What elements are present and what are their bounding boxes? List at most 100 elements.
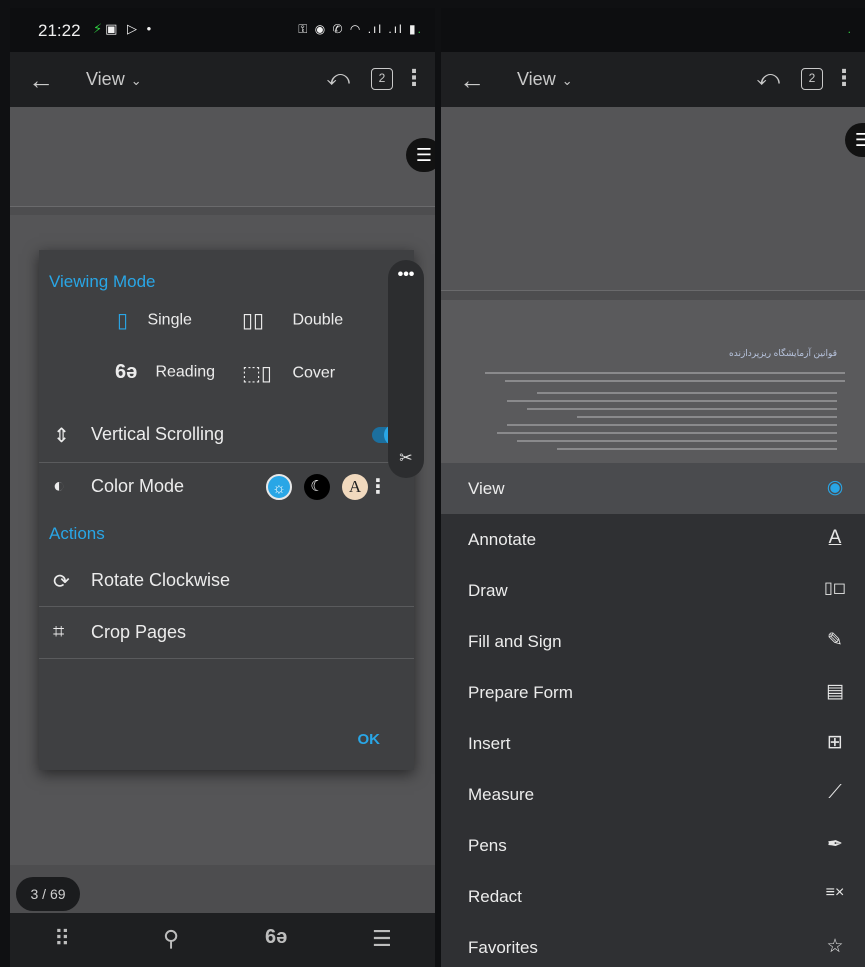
view-dropdown[interactable]: View ⌄ xyxy=(86,69,142,90)
view-label: View xyxy=(86,69,125,89)
eye-icon: ◉ xyxy=(826,477,844,498)
color-mode-label: Color Mode xyxy=(91,476,185,496)
menu-item-draw[interactable]: ▯◻ Draw xyxy=(441,565,865,616)
text-annotate-icon: A xyxy=(828,527,842,548)
thumbnails-grid-icon[interactable]: ⠿ xyxy=(54,926,70,952)
status-time: 21:22 xyxy=(38,21,81,40)
chevron-down-icon: ⌄ xyxy=(130,73,142,88)
chevron-down-icon: ⌄ xyxy=(561,73,573,88)
search-icon[interactable]: ⚲ xyxy=(163,926,179,952)
vertical-scrolling-label: Vertical Scrolling xyxy=(91,424,225,444)
viewing-mode-title: Viewing Mode xyxy=(49,272,156,291)
back-arrow-icon[interactable]: ← xyxy=(28,65,54,96)
menu-item-measure[interactable]: Measure ⟋ xyxy=(441,769,865,820)
toolbar: ← View ⌄ ⤺ 2 ⋮ xyxy=(10,52,435,107)
single-label: Single xyxy=(147,311,192,329)
status-bar-right: . xyxy=(441,8,865,52)
system-icons-right: . xyxy=(847,22,853,36)
list-menu-icon[interactable]: ☰ xyxy=(406,138,435,172)
rotate-clockwise-row[interactable]: ⟳ Rotate Clockwise xyxy=(39,556,414,606)
menu-item-insert[interactable]: Insert ⊞ xyxy=(441,718,865,769)
redact-icon: ≡× xyxy=(825,884,845,901)
more-options-icon[interactable]: ⋮ xyxy=(833,65,855,91)
right-screen: . ← View ⌄ ⤺ 2 ⋮ ☰ قوانین آزمایشگاه ریزپر… xyxy=(441,8,865,967)
menu-label: Pens xyxy=(468,836,507,855)
menu-label: Fill and Sign xyxy=(468,632,562,651)
fill-sign-icon: ✎ xyxy=(827,630,843,651)
undo-icon[interactable]: ⤺ xyxy=(326,65,350,91)
insert-image-icon: ⊞ xyxy=(827,732,843,753)
viewing-mode-cover[interactable]: ⬚▯ Cover xyxy=(242,361,335,386)
light-mode-icon[interactable]: ☼ xyxy=(266,474,292,500)
bottom-bar: ⠿ ⚲ 6ə ☰ xyxy=(10,913,435,967)
crop-pages-label: Crop Pages xyxy=(91,622,187,642)
palette-icon: ◐ xyxy=(53,475,66,497)
tabs-count-button[interactable]: 2 xyxy=(371,68,393,90)
menu-item-favorites[interactable]: Favorites ☆ xyxy=(441,922,865,967)
double-label: Double xyxy=(292,311,344,329)
menu-label: Favorites xyxy=(468,938,538,957)
view-settings-dialog: Viewing Mode ▯ Single ▯▯ Double 6ə Readi… xyxy=(39,250,414,770)
menu-label: View xyxy=(468,479,505,498)
viewing-mode-reading[interactable]: 6ə Reading xyxy=(115,361,215,384)
menu-item-annotate[interactable]: Annotate A xyxy=(441,514,865,565)
viewing-mode-single[interactable]: ▯ Single xyxy=(117,308,192,333)
toolbar-right: ← View ⌄ ⤺ 2 ⋮ xyxy=(441,52,865,107)
draw-shapes-icon: ▯◻ xyxy=(823,580,847,597)
reading-mode-icon[interactable]: 6ə xyxy=(265,926,287,949)
menu-label: Redact xyxy=(468,887,522,906)
reading-label: Reading xyxy=(155,363,216,381)
menu-item-fill-and-sign[interactable]: Fill and Sign ✎ xyxy=(441,616,865,667)
document-heading: قوانین آزمایشگاه ریزپردازنده xyxy=(729,348,837,358)
left-screen: 21:22 ⚡▣ ▷ • ⚿ ◉ ✆ ◠ .ıl .ıl ▮. ← View ⌄ … xyxy=(10,8,435,967)
menu-label: Measure xyxy=(468,785,535,804)
menu-item-redact[interactable]: Redact ≡× xyxy=(441,871,865,922)
more-options-icon[interactable]: ⋮ xyxy=(403,65,425,91)
ok-button[interactable]: OK xyxy=(358,731,381,748)
color-mode-more-icon[interactable]: ⋮ xyxy=(368,474,388,499)
page-previous xyxy=(10,107,435,207)
menu-item-view[interactable]: View ◉ xyxy=(441,463,865,514)
cover-label: Cover xyxy=(292,364,336,382)
vertical-scrolling-row[interactable]: ⇕ Vertical Scrolling xyxy=(39,410,414,460)
status-bar: 21:22 ⚡▣ ▷ • ⚿ ◉ ✆ ◠ .ıl .ıl ▮. xyxy=(10,8,435,52)
rotate-clockwise-label: Rotate Clockwise xyxy=(91,570,231,590)
view-label: View xyxy=(517,69,556,89)
outline-list-icon[interactable]: ☰ xyxy=(372,926,392,952)
menu-item-pens[interactable]: Pens ✒ xyxy=(441,820,865,871)
vertical-scroll-icon: ⇕ xyxy=(53,425,70,447)
crop-icon: ⌗ xyxy=(53,621,65,643)
view-dropdown[interactable]: View ⌄ xyxy=(517,69,573,90)
double-page-icon: ▯▯ xyxy=(242,310,265,332)
actions-title: Actions xyxy=(49,524,105,543)
form-icon: ▤ xyxy=(826,681,844,702)
dark-mode-icon[interactable]: ☾ xyxy=(304,474,330,500)
star-icon: ☆ xyxy=(826,936,844,957)
back-arrow-icon[interactable]: ← xyxy=(459,65,485,96)
crop-pages-row[interactable]: ⌗ Crop Pages xyxy=(39,608,414,658)
notification-icons: ⚡▣ ▷ • xyxy=(93,21,155,36)
unpin-icon[interactable]: ✂ xyxy=(388,448,424,468)
cover-page-icon: ⬚▯ xyxy=(242,363,272,385)
quick-actions-panel: ••• ✂ xyxy=(388,260,424,478)
tabs-count-button[interactable]: 2 xyxy=(801,68,823,90)
undo-icon[interactable]: ⤺ xyxy=(756,65,780,91)
pen-icon: ✒ xyxy=(827,834,843,855)
viewing-mode-double[interactable]: ▯▯ Double xyxy=(242,308,343,333)
menu-label: Annotate xyxy=(468,530,537,549)
rotate-page-icon: ⟳ xyxy=(53,571,70,593)
color-mode-row: ◐ Color Mode ☼ ☾ A ⋮ xyxy=(39,462,414,512)
reading-glasses-icon: 6ə xyxy=(115,361,138,383)
page-previous xyxy=(441,107,865,291)
ruler-icon: ⟋ xyxy=(828,782,842,803)
menu-label: Insert xyxy=(468,734,511,753)
menu-label: Prepare Form xyxy=(468,683,573,702)
menu-item-prepare-form[interactable]: Prepare Form ▤ xyxy=(441,667,865,718)
sepia-mode-icon[interactable]: A xyxy=(342,474,368,500)
page-indicator: 3 / 69 xyxy=(16,877,80,911)
menu-label: Draw xyxy=(468,581,508,600)
document-page: قوانین آزمایشگاه ریزپردازنده xyxy=(441,300,865,470)
mode-menu: View ◉ Annotate A ▯◻ Draw Fill and Sign … xyxy=(441,463,865,967)
single-page-icon: ▯ xyxy=(117,310,129,332)
more-horizontal-icon[interactable]: ••• xyxy=(388,266,424,284)
